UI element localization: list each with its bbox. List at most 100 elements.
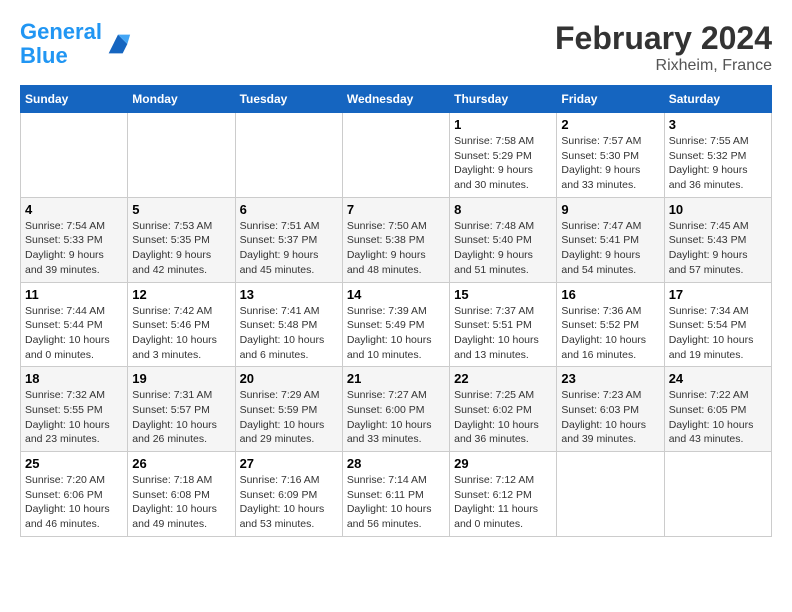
day-number: 3 [669, 117, 767, 132]
day-number: 18 [25, 371, 123, 386]
day-info: Sunrise: 7:47 AM Sunset: 5:41 PM Dayligh… [561, 219, 659, 278]
calendar-cell: 28 Sunrise: 7:14 AM Sunset: 6:11 PM Dayli… [342, 452, 449, 537]
calendar-week-2: 4Sunrise: 7:54 AM Sunset: 5:33 PM Daylig… [21, 197, 772, 282]
calendar-cell: 9 Sunrise: 7:47 AM Sunset: 5:41 PM Daylig… [557, 197, 664, 282]
calendar-cell [235, 113, 342, 198]
logo-icon [104, 30, 132, 58]
calendar-cell: 25Sunrise: 7:20 AM Sunset: 6:06 PM Dayli… [21, 452, 128, 537]
day-number: 27 [240, 456, 338, 471]
calendar-cell: 3 Sunrise: 7:55 AM Sunset: 5:32 PM Daylig… [664, 113, 771, 198]
logo: GeneralBlue [20, 20, 132, 68]
day-number: 7 [347, 202, 445, 217]
calendar-cell: 29 Sunrise: 7:12 AM Sunset: 6:12 PM Dayli… [450, 452, 557, 537]
day-number: 13 [240, 287, 338, 302]
day-info: Sunrise: 7:23 AM Sunset: 6:03 PM Dayligh… [561, 388, 659, 447]
day-number: 17 [669, 287, 767, 302]
calendar-cell [557, 452, 664, 537]
calendar-cell: 26 Sunrise: 7:18 AM Sunset: 6:08 PM Dayli… [128, 452, 235, 537]
calendar-header: SundayMondayTuesdayWednesdayThursdayFrid… [21, 86, 772, 113]
weekday-header-friday: Friday [557, 86, 664, 113]
calendar-cell: 1 Sunrise: 7:58 AM Sunset: 5:29 PM Daylig… [450, 113, 557, 198]
day-number: 28 [347, 456, 445, 471]
calendar-cell: 27 Sunrise: 7:16 AM Sunset: 6:09 PM Dayli… [235, 452, 342, 537]
day-info: Sunrise: 7:50 AM Sunset: 5:38 PM Dayligh… [347, 219, 445, 278]
calendar-cell [21, 113, 128, 198]
calendar-cell: 20Sunrise: 7:29 AM Sunset: 5:59 PM Dayli… [235, 367, 342, 452]
weekday-header-tuesday: Tuesday [235, 86, 342, 113]
calendar-title: February 2024 [555, 20, 772, 57]
calendar-week-5: 25Sunrise: 7:20 AM Sunset: 6:06 PM Dayli… [21, 452, 772, 537]
day-info: Sunrise: 7:14 AM Sunset: 6:11 PM Dayligh… [347, 473, 445, 532]
day-info: Sunrise: 7:53 AM Sunset: 5:35 PM Dayligh… [132, 219, 230, 278]
weekday-header-thursday: Thursday [450, 86, 557, 113]
day-number: 2 [561, 117, 659, 132]
calendar-cell: 19Sunrise: 7:31 AM Sunset: 5:57 PM Dayli… [128, 367, 235, 452]
calendar-cell: 8Sunrise: 7:48 AM Sunset: 5:40 PM Daylig… [450, 197, 557, 282]
calendar-cell: 2 Sunrise: 7:57 AM Sunset: 5:30 PM Daylig… [557, 113, 664, 198]
day-number: 24 [669, 371, 767, 386]
weekday-header-row: SundayMondayTuesdayWednesdayThursdayFrid… [21, 86, 772, 113]
calendar-cell: 6Sunrise: 7:51 AM Sunset: 5:37 PM Daylig… [235, 197, 342, 282]
day-info: Sunrise: 7:57 AM Sunset: 5:30 PM Dayligh… [561, 134, 659, 193]
calendar-cell: 22 Sunrise: 7:25 AM Sunset: 6:02 PM Dayli… [450, 367, 557, 452]
weekday-header-saturday: Saturday [664, 86, 771, 113]
day-info: Sunrise: 7:31 AM Sunset: 5:57 PM Dayligh… [132, 388, 230, 447]
calendar-cell: 14 Sunrise: 7:39 AM Sunset: 5:49 PM Dayli… [342, 282, 449, 367]
day-info: Sunrise: 7:34 AM Sunset: 5:54 PM Dayligh… [669, 304, 767, 363]
day-number: 14 [347, 287, 445, 302]
calendar-cell: 18 Sunrise: 7:32 AM Sunset: 5:55 PM Dayli… [21, 367, 128, 452]
calendar-body: 1 Sunrise: 7:58 AM Sunset: 5:29 PM Daylig… [21, 113, 772, 537]
logo-text: GeneralBlue [20, 20, 102, 68]
day-number: 21 [347, 371, 445, 386]
day-info: Sunrise: 7:25 AM Sunset: 6:02 PM Dayligh… [454, 388, 552, 447]
day-info: Sunrise: 7:44 AM Sunset: 5:44 PM Dayligh… [25, 304, 123, 363]
day-info: Sunrise: 7:42 AM Sunset: 5:46 PM Dayligh… [132, 304, 230, 363]
day-number: 5 [132, 202, 230, 217]
day-number: 15 [454, 287, 552, 302]
day-info: Sunrise: 7:41 AM Sunset: 5:48 PM Dayligh… [240, 304, 338, 363]
weekday-header-sunday: Sunday [21, 86, 128, 113]
day-info: Sunrise: 7:45 AM Sunset: 5:43 PM Dayligh… [669, 219, 767, 278]
day-number: 22 [454, 371, 552, 386]
day-info: Sunrise: 7:22 AM Sunset: 6:05 PM Dayligh… [669, 388, 767, 447]
day-info: Sunrise: 7:37 AM Sunset: 5:51 PM Dayligh… [454, 304, 552, 363]
day-info: Sunrise: 7:51 AM Sunset: 5:37 PM Dayligh… [240, 219, 338, 278]
calendar-week-4: 18 Sunrise: 7:32 AM Sunset: 5:55 PM Dayli… [21, 367, 772, 452]
calendar-cell: 16 Sunrise: 7:36 AM Sunset: 5:52 PM Dayli… [557, 282, 664, 367]
day-number: 29 [454, 456, 552, 471]
calendar-cell: 4Sunrise: 7:54 AM Sunset: 5:33 PM Daylig… [21, 197, 128, 282]
page-header: GeneralBlue February 2024 Rixheim, Franc… [20, 20, 772, 75]
calendar-cell: 15 Sunrise: 7:37 AM Sunset: 5:51 PM Dayli… [450, 282, 557, 367]
day-number: 12 [132, 287, 230, 302]
day-info: Sunrise: 7:27 AM Sunset: 6:00 PM Dayligh… [347, 388, 445, 447]
day-number: 10 [669, 202, 767, 217]
weekday-header-monday: Monday [128, 86, 235, 113]
day-number: 9 [561, 202, 659, 217]
day-info: Sunrise: 7:32 AM Sunset: 5:55 PM Dayligh… [25, 388, 123, 447]
calendar-cell [664, 452, 771, 537]
day-number: 16 [561, 287, 659, 302]
day-info: Sunrise: 7:55 AM Sunset: 5:32 PM Dayligh… [669, 134, 767, 193]
day-info: Sunrise: 7:58 AM Sunset: 5:29 PM Dayligh… [454, 134, 552, 193]
day-info: Sunrise: 7:36 AM Sunset: 5:52 PM Dayligh… [561, 304, 659, 363]
day-number: 1 [454, 117, 552, 132]
day-info: Sunrise: 7:12 AM Sunset: 6:12 PM Dayligh… [454, 473, 552, 532]
day-info: Sunrise: 7:48 AM Sunset: 5:40 PM Dayligh… [454, 219, 552, 278]
calendar-cell [128, 113, 235, 198]
calendar-cell: 17 Sunrise: 7:34 AM Sunset: 5:54 PM Dayli… [664, 282, 771, 367]
day-info: Sunrise: 7:18 AM Sunset: 6:08 PM Dayligh… [132, 473, 230, 532]
calendar-cell: 12 Sunrise: 7:42 AM Sunset: 5:46 PM Dayli… [128, 282, 235, 367]
day-number: 20 [240, 371, 338, 386]
day-info: Sunrise: 7:16 AM Sunset: 6:09 PM Dayligh… [240, 473, 338, 532]
day-number: 11 [25, 287, 123, 302]
day-number: 4 [25, 202, 123, 217]
calendar-table: SundayMondayTuesdayWednesdayThursdayFrid… [20, 85, 772, 537]
calendar-cell: 24 Sunrise: 7:22 AM Sunset: 6:05 PM Dayli… [664, 367, 771, 452]
calendar-cell: 13 Sunrise: 7:41 AM Sunset: 5:48 PM Dayli… [235, 282, 342, 367]
day-info: Sunrise: 7:39 AM Sunset: 5:49 PM Dayligh… [347, 304, 445, 363]
calendar-cell: 10 Sunrise: 7:45 AM Sunset: 5:43 PM Dayli… [664, 197, 771, 282]
calendar-subtitle: Rixheim, France [555, 57, 772, 75]
day-info: Sunrise: 7:20 AM Sunset: 6:06 PM Dayligh… [25, 473, 123, 532]
calendar-cell: 11 Sunrise: 7:44 AM Sunset: 5:44 PM Dayli… [21, 282, 128, 367]
day-number: 26 [132, 456, 230, 471]
